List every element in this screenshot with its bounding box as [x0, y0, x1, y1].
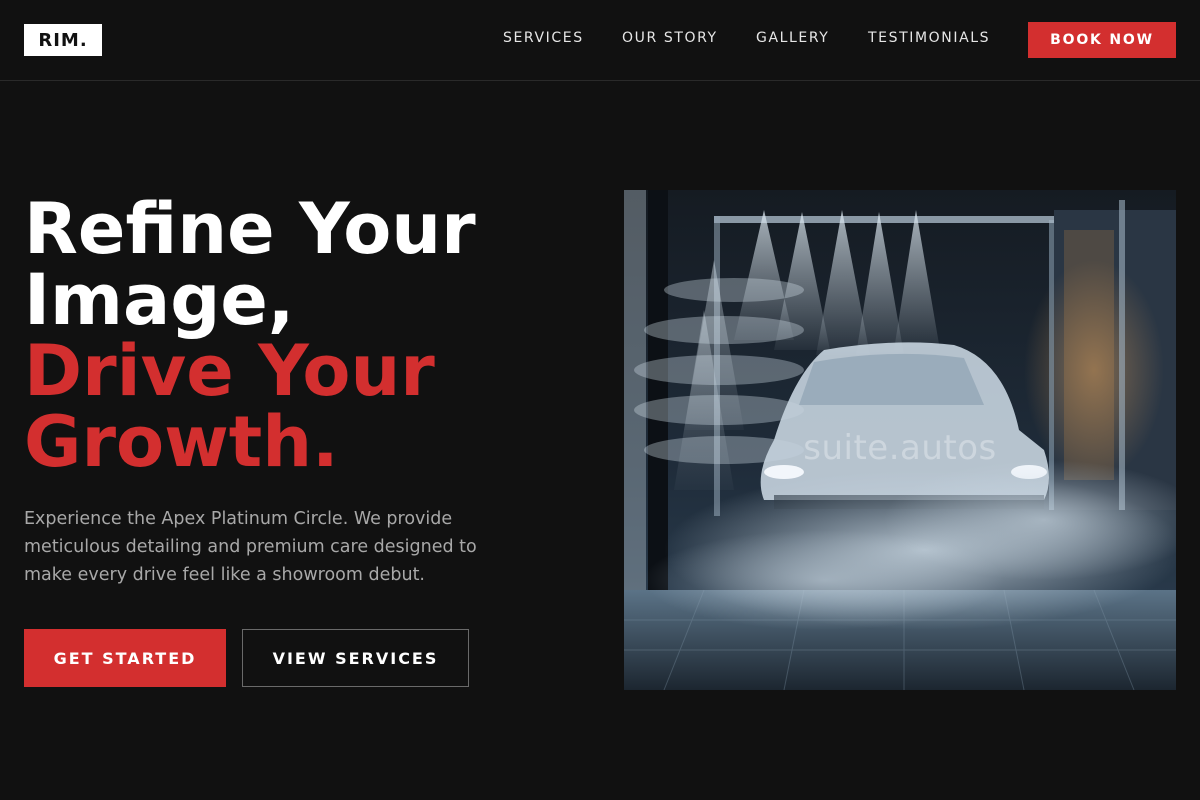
hero-description: Experience the Apex Platinum Circle. We … [24, 509, 477, 585]
nav-link-our-story[interactable]: OUR STORY [622, 29, 718, 47]
hero-title-line-1: Refine Your [24, 188, 476, 270]
top-navbar: RIM. SERVICES OUR STORY GALLERY TESTIMON… [0, 0, 1200, 81]
hero-title-line-2: Image, [24, 259, 295, 341]
hero-title-accent-line-1: Drive Your [24, 330, 435, 412]
get-started-button[interactable]: GET STARTED [24, 629, 226, 687]
nav-link-gallery[interactable]: GALLERY [756, 29, 829, 47]
view-services-button[interactable]: VIEW SERVICES [242, 629, 469, 687]
car-wash-hero-image: suite.autos [624, 190, 1176, 690]
book-now-button[interactable]: BOOK NOW [1028, 22, 1176, 58]
nav-link-services[interactable]: SERVICES [503, 29, 584, 47]
nav-link-testimonials[interactable]: TESTIMONIALS [868, 29, 990, 47]
car-wash-illustration [624, 190, 1176, 690]
brand-logo[interactable]: RIM. [24, 24, 102, 56]
hero-title-accent-line-2: Growth. [24, 401, 339, 483]
hero-title: Refine Your Image, Drive Your Growth. [24, 194, 584, 478]
